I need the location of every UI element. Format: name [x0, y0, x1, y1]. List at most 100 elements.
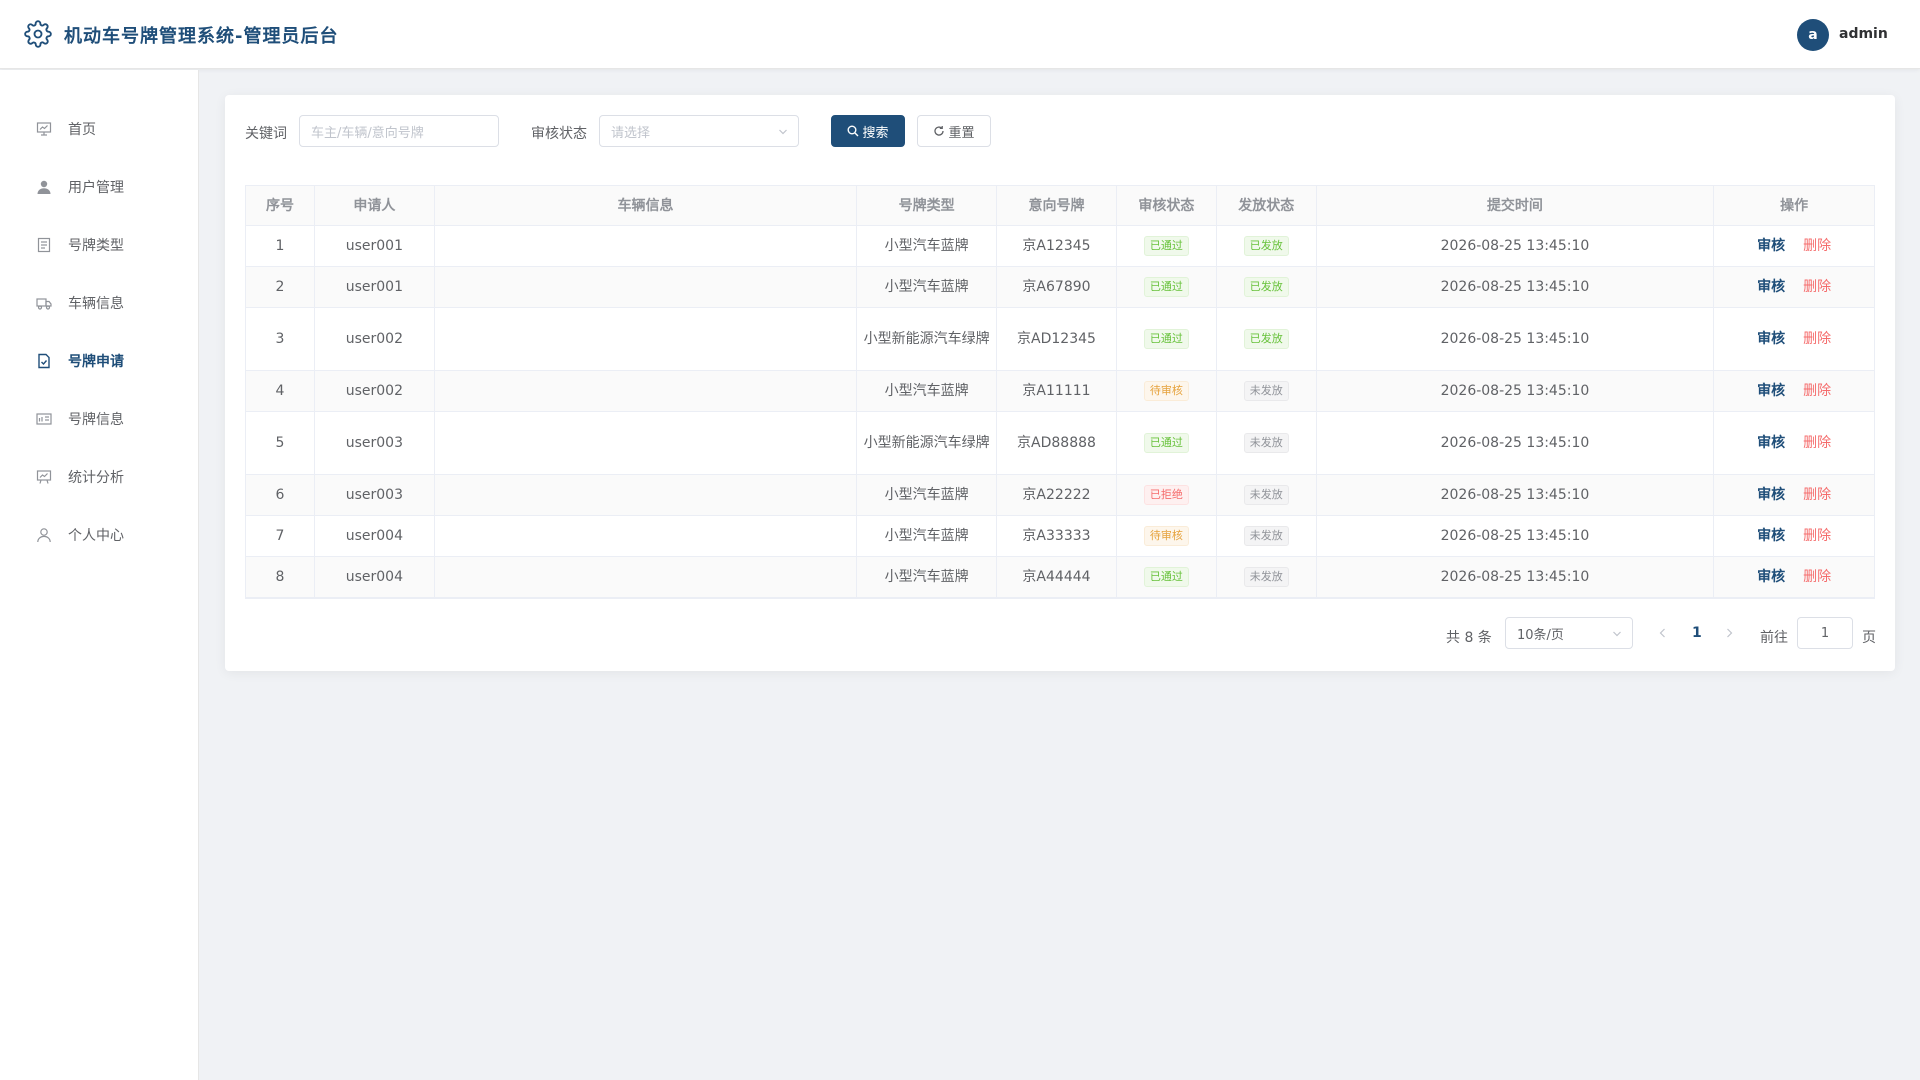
username[interactable]: admin — [1839, 26, 1888, 42]
issue-status-badge: 已发放 — [1243, 236, 1289, 256]
cell-submit-time: 2026-08-25 13:45:10 — [1317, 267, 1715, 307]
status-label: 审核状态 — [531, 126, 587, 142]
delete-button[interactable]: 删除 — [1803, 485, 1831, 505]
chart-board-icon — [36, 121, 52, 137]
sidebar-item-statistics[interactable]: 统计分析 — [0, 448, 199, 506]
sidebar-item-plate-applications[interactable]: 号牌申请 — [0, 332, 199, 390]
cell-actions: 审核 删除 — [1714, 308, 1874, 370]
search-button[interactable]: 搜索 — [831, 115, 905, 147]
reset-button[interactable]: 重置 — [917, 115, 991, 147]
column-header: 车辆信息 — [435, 186, 858, 225]
reset-button-label: 重置 — [948, 125, 975, 141]
cell-audit-status: 已通过 — [1117, 226, 1217, 266]
audit-status-badge: 已通过 — [1143, 236, 1189, 256]
table-row: 1 user001 小型汽车蓝牌 京A12345 已通过 已发放 2026-08-25 13… — [246, 226, 1874, 267]
delete-button[interactable]: 删除 — [1803, 277, 1831, 297]
sidebar-item-label: 号牌申请 — [68, 354, 124, 370]
audit-status-badge: 已通过 — [1143, 567, 1189, 587]
cell-actions: 审核 删除 — [1714, 226, 1874, 266]
audit-status-badge: 已通过 — [1143, 329, 1189, 349]
status-placeholder: 请选择 — [611, 125, 651, 141]
cell-submit-time: 2026-08-25 13:45:10 — [1317, 226, 1715, 266]
cell-actions: 审核 删除 — [1714, 557, 1874, 597]
cell-plate: 京AD12345 — [997, 308, 1117, 370]
delete-button[interactable]: 删除 — [1803, 236, 1831, 256]
sidebar-item-users[interactable]: 用户管理 — [0, 158, 199, 216]
column-header: 审核状态 — [1117, 186, 1217, 225]
cell-vehicle — [435, 267, 858, 307]
cell-audit-status: 待审核 — [1117, 371, 1217, 411]
chevron-down-icon — [778, 126, 788, 136]
sidebar-item-plate-types[interactable]: 号牌类型 — [0, 216, 199, 274]
chevron-down-icon — [1612, 628, 1622, 638]
cell-submit-time: 2026-08-25 13:45:10 — [1317, 557, 1715, 597]
chevron-right-icon[interactable] — [1723, 627, 1735, 639]
cell-audit-status: 已通过 — [1117, 557, 1217, 597]
issue-status-badge: 未发放 — [1243, 526, 1289, 546]
cell-vehicle — [435, 516, 858, 556]
delete-button[interactable]: 删除 — [1803, 381, 1831, 401]
cell-issue-status: 未发放 — [1217, 557, 1317, 597]
cell-audit-status: 已拒绝 — [1117, 475, 1217, 515]
goto-page-input[interactable]: 1 — [1797, 617, 1853, 649]
cell-plate-type: 小型新能源汽车绿牌 — [857, 308, 998, 370]
page-size-select[interactable]: 10条/页 — [1505, 617, 1633, 649]
cell-plate: 京A11111 — [997, 371, 1117, 411]
cell-applicant: user004 — [315, 557, 435, 597]
cell-actions: 审核 删除 — [1714, 412, 1874, 474]
audit-button[interactable]: 审核 — [1757, 329, 1785, 349]
cell-plate: 京A12345 — [997, 226, 1117, 266]
audit-button[interactable]: 审核 — [1757, 236, 1785, 256]
column-header: 意向号牌 — [997, 186, 1117, 225]
delete-button[interactable]: 删除 — [1803, 433, 1831, 453]
sidebar-item-label: 车辆信息 — [68, 296, 124, 312]
sidebar-item-vehicles[interactable]: 车辆信息 — [0, 274, 199, 332]
cell-actions: 审核 删除 — [1714, 516, 1874, 556]
cell-audit-status: 已通过 — [1117, 412, 1217, 474]
status-select[interactable]: 请选择 — [599, 115, 799, 147]
column-header: 申请人 — [315, 186, 435, 225]
delete-button[interactable]: 删除 — [1803, 526, 1831, 546]
page-number[interactable]: 1 — [1692, 625, 1702, 641]
avatar[interactable]: a — [1797, 19, 1829, 51]
truck-icon — [36, 295, 52, 311]
column-header: 提交时间 — [1317, 186, 1715, 225]
goto-label: 前往 — [1760, 630, 1788, 646]
cell-plate-type: 小型汽车蓝牌 — [857, 516, 998, 556]
cell-vehicle — [435, 371, 858, 411]
keyword-input[interactable]: 车主/车辆/意向号牌 — [299, 115, 499, 147]
audit-button[interactable]: 审核 — [1757, 433, 1785, 453]
table-row: 8 user004 小型汽车蓝牌 京A44444 已通过 未发放 2026-08-25 13… — [246, 557, 1874, 598]
cell-no: 7 — [246, 516, 315, 556]
cell-applicant: user003 — [315, 475, 435, 515]
cell-actions: 审核 删除 — [1714, 475, 1874, 515]
sidebar-item-label: 个人中心 — [68, 528, 124, 544]
audit-button[interactable]: 审核 — [1757, 381, 1785, 401]
sidebar-item-label: 用户管理 — [68, 180, 124, 196]
audit-button[interactable]: 审核 — [1757, 526, 1785, 546]
sidebar-item-label: 号牌信息 — [68, 412, 124, 428]
sidebar-item-profile[interactable]: 个人中心 — [0, 506, 199, 564]
cell-vehicle — [435, 226, 858, 266]
table-row: 4 user002 小型汽车蓝牌 京A11111 待审核 未发放 2026-08-25 13… — [246, 371, 1874, 412]
cell-submit-time: 2026-08-25 13:45:10 — [1317, 516, 1715, 556]
cell-plate: 京A33333 — [997, 516, 1117, 556]
chevron-left-icon[interactable] — [1657, 627, 1669, 639]
cell-no: 6 — [246, 475, 315, 515]
sidebar-item-home[interactable]: 首页 — [0, 100, 199, 158]
audit-button[interactable]: 审核 — [1757, 567, 1785, 587]
top-header: 机动车号牌管理系统-管理员后台 a admin — [0, 0, 1920, 69]
sidebar-item-plate-info[interactable]: 号牌信息 — [0, 390, 199, 448]
issue-status-badge: 未发放 — [1243, 485, 1289, 505]
delete-button[interactable]: 删除 — [1803, 567, 1831, 587]
cell-no: 1 — [246, 226, 315, 266]
audit-status-badge: 已通过 — [1143, 277, 1189, 297]
page-size-value: 10条/页 — [1517, 627, 1564, 643]
cell-plate-type: 小型汽车蓝牌 — [857, 475, 998, 515]
cell-plate-type: 小型新能源汽车绿牌 — [857, 412, 998, 474]
audit-button[interactable]: 审核 — [1757, 277, 1785, 297]
audit-button[interactable]: 审核 — [1757, 485, 1785, 505]
delete-button[interactable]: 删除 — [1803, 329, 1831, 349]
cell-plate: 京AD88888 — [997, 412, 1117, 474]
gear-icon — [24, 20, 52, 48]
